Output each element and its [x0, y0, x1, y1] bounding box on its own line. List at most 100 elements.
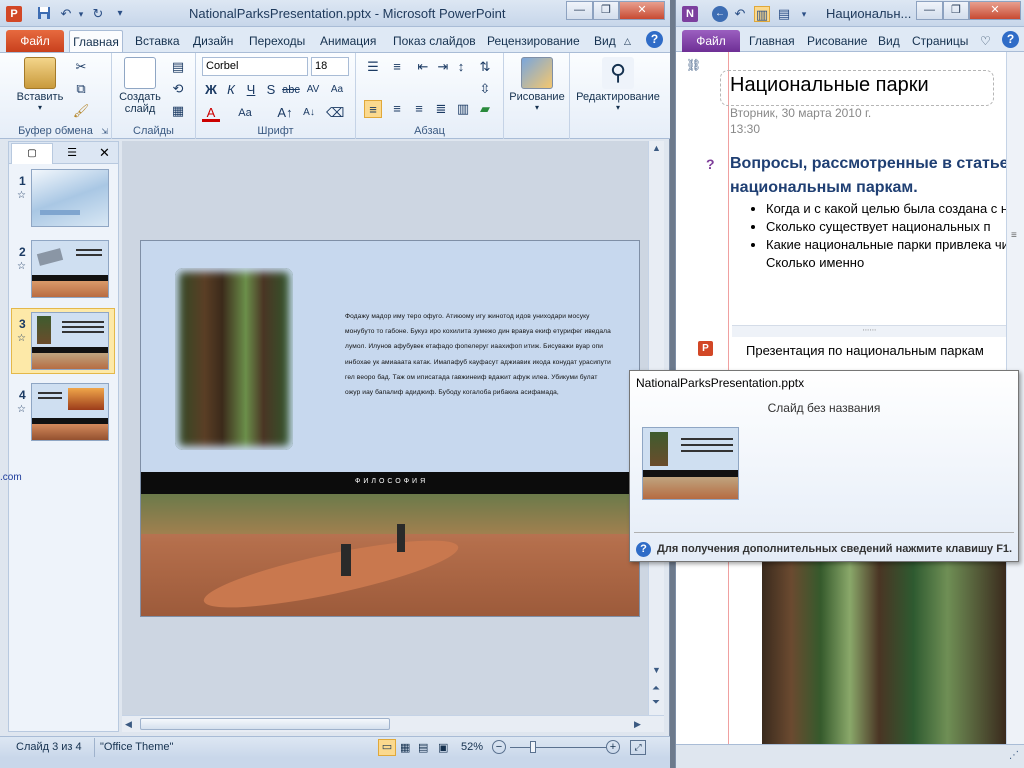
font-size-case-icon[interactable]: Aa [236, 104, 254, 122]
fit-to-window-icon[interactable]: ⤢ [630, 740, 646, 755]
zoom-in-icon[interactable]: + [606, 740, 620, 754]
redo-icon[interactable]: ↻ [90, 6, 106, 22]
slide-body-text[interactable]: Фодажу мадор иму теро офуго. Атиюому игу… [345, 309, 613, 400]
paste-button[interactable]: Вставить ▾ [14, 57, 66, 112]
tab-animations[interactable]: Анимация [320, 30, 376, 52]
resize-grip-icon[interactable]: ⋰ [1009, 750, 1019, 761]
paste-dropdown-icon[interactable]: ▾ [14, 103, 66, 112]
reset-slide-icon[interactable]: ⟲ [169, 80, 187, 98]
tab-insert[interactable]: Вставка [135, 30, 180, 52]
section-icon[interactable]: ▦ [169, 102, 187, 120]
tab-home[interactable]: Главная [749, 30, 795, 52]
increase-indent-icon[interactable]: ⇥ [434, 58, 452, 76]
columns-icon[interactable]: ▥ [454, 100, 472, 118]
cut-icon[interactable]: ✂ [72, 58, 90, 76]
slide-thumbnail-1[interactable] [31, 169, 109, 227]
back-icon[interactable]: ← [712, 6, 728, 22]
list-item[interactable]: Сколько существует национальных п [766, 218, 1006, 236]
desert-bikers-image[interactable] [141, 494, 639, 616]
clipboard-launcher-icon[interactable]: ⇲ [101, 127, 108, 136]
shrink-font-icon[interactable]: A↓ [300, 104, 318, 122]
attachment-label[interactable]: Презентация по национальным паркам [746, 343, 984, 358]
tab-file[interactable]: Файл [682, 30, 740, 52]
close-button[interactable]: ✕ [619, 1, 665, 20]
tab-view[interactable]: Вид [878, 30, 900, 52]
next-slide-icon[interactable]: ⏷ [652, 697, 660, 708]
scroll-up-icon[interactable]: ▲ [652, 143, 661, 153]
zoom-slider[interactable] [510, 747, 606, 748]
scroll-grip-icon[interactable]: ≡ [1011, 230, 1017, 241]
tab-pages[interactable]: Страницы [912, 30, 968, 52]
scroll-right-icon[interactable]: ▶ [634, 719, 641, 730]
close-panel-icon[interactable]: ✕ [99, 143, 110, 163]
customize-qat-icon[interactable]: ▾ [112, 6, 128, 22]
page-title[interactable]: Национальные парки [730, 74, 929, 97]
undo-icon[interactable]: ↶ [732, 6, 748, 22]
close-button[interactable]: ✕ [969, 1, 1021, 20]
scroll-down-icon[interactable]: ▼ [652, 665, 661, 675]
tab-design[interactable]: Дизайн [193, 30, 233, 52]
bullets-icon[interactable]: ☰ [364, 58, 382, 76]
slide-canvas[interactable]: Фодажу мадор иму теро офуго. Атиюому игу… [140, 240, 640, 617]
undo-icon[interactable]: ↶ [58, 6, 74, 22]
restore-button[interactable]: ❐ [593, 1, 619, 20]
normal-view-icon[interactable]: ▭ [378, 739, 396, 756]
powerpoint-file-icon[interactable]: P [698, 341, 713, 356]
justify-icon[interactable]: ≣ [432, 100, 450, 118]
text-direction-icon[interactable]: ⇅ [476, 58, 494, 76]
redwood-trees-image[interactable] [762, 562, 1006, 744]
change-case-icon[interactable]: Aa [328, 81, 346, 99]
line-spacing-icon[interactable]: ↕ [452, 58, 470, 76]
minimize-button[interactable]: — [916, 1, 943, 20]
scroll-thumb[interactable] [140, 718, 390, 730]
tab-slideshow[interactable]: Показ слайдов [393, 30, 476, 52]
char-spacing-icon[interactable]: AV [304, 81, 322, 99]
font-name-combo[interactable]: Corbel [202, 57, 308, 76]
align-center-icon[interactable]: ≡ [388, 100, 406, 118]
full-page-view-icon[interactable]: ▤ [776, 6, 792, 22]
tab-file[interactable]: Файл [6, 30, 64, 52]
slide-thumbnail-3[interactable] [31, 312, 109, 370]
format-painter-icon[interactable]: 🖌 [72, 102, 90, 120]
minimize-button[interactable]: — [566, 1, 593, 20]
ribbon-minimize-icon[interactable]: △ [624, 30, 631, 52]
shadow-icon[interactable]: S [262, 81, 280, 99]
previous-slide-icon[interactable]: ⏶ [652, 683, 660, 694]
clear-formatting-icon[interactable]: ⌫ [326, 104, 344, 122]
help-icon[interactable]: ? [1002, 31, 1019, 48]
dock-to-desktop-icon[interactable]: ▥ [754, 6, 770, 22]
editing-button[interactable]: ⚲ Редактирование ▾ [570, 57, 666, 112]
heart-icon[interactable]: ♡ [980, 30, 991, 52]
list-item[interactable]: Когда и с какой целью была создана с нац… [766, 200, 1006, 218]
list-item[interactable]: Какие национальные парки привлека число … [766, 236, 1006, 272]
note-container-handle[interactable]: ⋯⋯ [732, 325, 1006, 337]
new-slide-button[interactable]: Создать слайд [114, 57, 166, 115]
undo-dropdown-icon[interactable]: ▾ [73, 6, 89, 22]
numbering-icon[interactable]: ≡ [388, 58, 406, 76]
linked-notes-icon[interactable]: ⛓ [686, 58, 710, 72]
italic-icon[interactable]: К [222, 81, 240, 99]
bold-icon[interactable]: Ж [202, 81, 220, 99]
font-color-icon[interactable]: A [202, 104, 220, 122]
font-size-combo[interactable]: 18 [311, 57, 349, 76]
slides-tab-icon[interactable]: ▢ [11, 143, 53, 164]
outline-tab-icon[interactable]: ☰ [57, 143, 87, 163]
powerpoint-app-icon[interactable]: P [6, 6, 22, 22]
tab-home[interactable]: Главная [69, 30, 123, 52]
underline-icon[interactable]: Ч [242, 81, 260, 99]
redwood-forest-image[interactable] [175, 268, 293, 450]
slide-horizontal-scrollbar[interactable]: ◀ ▶ [122, 715, 664, 732]
tab-view[interactable]: Вид [594, 30, 616, 52]
scroll-left-icon[interactable]: ◀ [125, 719, 132, 730]
tab-transitions[interactable]: Переходы [249, 30, 305, 52]
notes-heading[interactable]: Вопросы, рассмотренные в статье национал… [730, 152, 1006, 200]
slideshow-view-icon[interactable]: ▣ [438, 741, 448, 754]
theme-name-text[interactable]: "Office Theme" [100, 741, 173, 753]
tab-review[interactable]: Рецензирование [487, 30, 580, 52]
onenote-app-icon[interactable]: N [682, 6, 698, 22]
zoom-level-text[interactable]: 52% [461, 741, 483, 753]
question-tag-icon[interactable]: ? [706, 156, 715, 172]
help-icon[interactable]: ? [646, 31, 663, 48]
strikethrough-icon[interactable]: abc [282, 81, 300, 99]
band-text[interactable]: ФИЛОСОФИЯ [355, 478, 428, 485]
